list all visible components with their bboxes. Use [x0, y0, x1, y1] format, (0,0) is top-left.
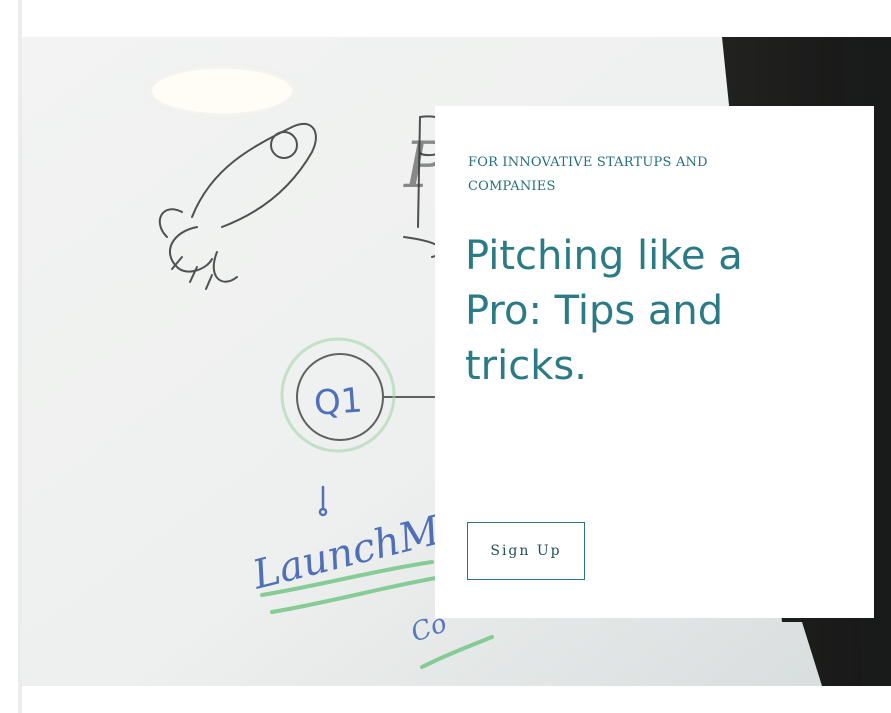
page: Q1 LaunchMVP Pr Co FOR INNOVATIVE STARTU… — [0, 0, 891, 713]
hero-card: FOR INNOVATIVE STARTUPS AND COMPANIES Pi… — [435, 106, 874, 618]
sign-up-button[interactable]: Sign Up — [467, 522, 585, 580]
eyebrow-text: FOR INNOVATIVE STARTUPS AND COMPANIES — [468, 155, 708, 194]
hero-headline: Pitching like a Pro: Tips and tricks. — [465, 233, 743, 389]
